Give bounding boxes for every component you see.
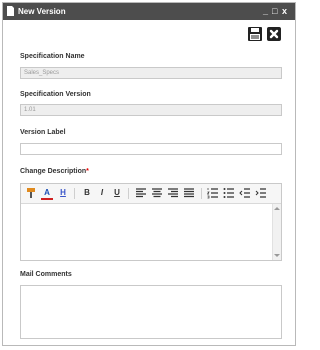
maximize-button[interactable]: □ bbox=[272, 4, 277, 18]
spec-version-field: 1.01 bbox=[20, 104, 282, 116]
toolbar-separator bbox=[128, 188, 129, 199]
scroll-down-icon[interactable] bbox=[274, 254, 280, 257]
new-version-dialog: New Version _ □ x Specification Name Sal… bbox=[2, 2, 296, 346]
spec-name-field: Sales_Specs bbox=[20, 67, 282, 79]
toolbar-separator bbox=[74, 188, 75, 199]
spec-version-label: Specification Version bbox=[20, 91, 91, 98]
numbered-list-icon[interactable] bbox=[207, 187, 219, 199]
save-icon[interactable] bbox=[247, 26, 263, 42]
change-description-text: Change Description bbox=[20, 168, 87, 175]
highlight-button[interactable]: H bbox=[57, 187, 69, 199]
close-icon[interactable] bbox=[266, 26, 282, 42]
italic-button[interactable]: I bbox=[96, 187, 108, 199]
minimize-button[interactable]: _ bbox=[263, 4, 268, 18]
titlebar: New Version _ □ x bbox=[3, 3, 295, 20]
window-title: New Version bbox=[18, 7, 66, 16]
bold-button[interactable]: B bbox=[81, 187, 93, 199]
close-window-button[interactable]: x bbox=[282, 4, 287, 18]
justify-icon[interactable] bbox=[183, 187, 195, 199]
document-icon bbox=[7, 6, 14, 16]
version-label-label: Version Label bbox=[20, 129, 66, 136]
mail-comments-textarea[interactable] bbox=[20, 285, 282, 339]
bullet-list-icon[interactable] bbox=[223, 187, 235, 199]
version-label-input[interactable] bbox=[20, 143, 282, 155]
indent-icon[interactable] bbox=[255, 187, 267, 199]
format-painter-icon[interactable] bbox=[25, 187, 37, 199]
editor-toolbar: A H B I U bbox=[21, 184, 281, 204]
align-right-icon[interactable] bbox=[167, 187, 179, 199]
mail-comments-label: Mail Comments bbox=[20, 271, 72, 278]
scroll-up-icon[interactable] bbox=[274, 207, 280, 210]
editor-scrollbar[interactable] bbox=[272, 204, 281, 260]
required-mark: * bbox=[86, 168, 89, 175]
outdent-icon[interactable] bbox=[239, 187, 251, 199]
change-description-editor[interactable]: A H B I U bbox=[20, 183, 282, 261]
change-description-label: Change Description* bbox=[20, 168, 89, 175]
font-color-swatch bbox=[41, 198, 53, 200]
align-center-icon[interactable] bbox=[151, 187, 163, 199]
underline-button[interactable]: U bbox=[111, 187, 123, 199]
toolbar-separator bbox=[201, 188, 202, 199]
spec-name-label: Specification Name bbox=[20, 53, 85, 60]
align-left-icon[interactable] bbox=[135, 187, 147, 199]
